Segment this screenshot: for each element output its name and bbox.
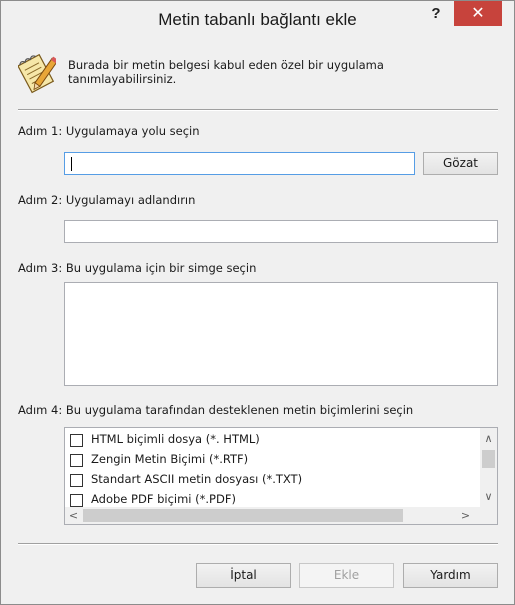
- vertical-scrollbar[interactable]: ∧ ∨: [480, 428, 497, 507]
- icon-picker-box[interactable]: [64, 282, 498, 386]
- footer-divider: [18, 543, 498, 545]
- format-label: Standart ASCII metin dosyası (*.TXT): [91, 472, 303, 486]
- format-checkbox[interactable]: [70, 474, 83, 487]
- notepad-pencil-icon: [17, 50, 59, 94]
- help-button[interactable]: ?: [423, 3, 449, 25]
- dialog-window: Metin tabanlı bağlantı ekle ? ✕ Burada b…: [0, 0, 515, 605]
- format-checkbox[interactable]: [70, 434, 83, 447]
- scroll-left-icon[interactable]: <: [65, 507, 82, 524]
- help-dialog-button[interactable]: Yardım: [403, 563, 498, 588]
- scroll-down-icon[interactable]: ∨: [480, 488, 497, 505]
- format-label: HTML biçimli dosya (*. HTML): [91, 432, 260, 446]
- list-item[interactable]: Zengin Metin Biçimi (*.RTF): [70, 452, 470, 472]
- step1-label: Adım 1: Uygulamaya yolu seçin: [18, 124, 200, 138]
- title-bar[interactable]: Metin tabanlı bağlantı ekle ? ✕: [1, 1, 514, 39]
- close-icon: ✕: [471, 3, 485, 22]
- scroll-up-icon[interactable]: ∧: [480, 430, 497, 447]
- list-item[interactable]: Standart ASCII metin dosyası (*.TXT): [70, 472, 470, 492]
- format-label: Zengin Metin Biçimi (*.RTF): [91, 452, 249, 466]
- horizontal-scrollbar[interactable]: < >: [65, 507, 480, 524]
- close-button[interactable]: ✕: [454, 1, 502, 26]
- format-label: Adobe PDF biçimi (*.PDF): [91, 492, 236, 506]
- format-checkbox[interactable]: [70, 494, 83, 507]
- format-checkbox[interactable]: [70, 454, 83, 467]
- step3-label: Adım 3: Bu uygulama için bir simge seçin: [18, 261, 257, 275]
- app-name-input[interactable]: [64, 220, 498, 243]
- text-caret: [71, 157, 72, 171]
- add-button[interactable]: Ekle: [299, 563, 394, 588]
- horizontal-scroll-thumb[interactable]: [83, 509, 403, 522]
- vertical-scroll-thumb[interactable]: [482, 450, 495, 468]
- header-divider: [18, 109, 498, 111]
- scrollbar-corner: [480, 507, 497, 524]
- scroll-right-icon[interactable]: >: [457, 507, 474, 524]
- browse-button[interactable]: Gözat: [423, 152, 498, 175]
- list-item[interactable]: HTML biçimli dosya (*. HTML): [70, 432, 470, 452]
- app-path-input[interactable]: [64, 152, 415, 175]
- info-description: Burada bir metin belgesi kabul eden özel…: [68, 58, 384, 86]
- cancel-button[interactable]: İptal: [196, 563, 291, 588]
- step4-label: Adım 4: Bu uygulama tarafından desteklen…: [18, 403, 414, 417]
- step2-label: Adım 2: Uygulamayı adlandırın: [18, 193, 196, 207]
- text-formats-list[interactable]: HTML biçimli dosya (*. HTML) Zengin Meti…: [64, 427, 498, 525]
